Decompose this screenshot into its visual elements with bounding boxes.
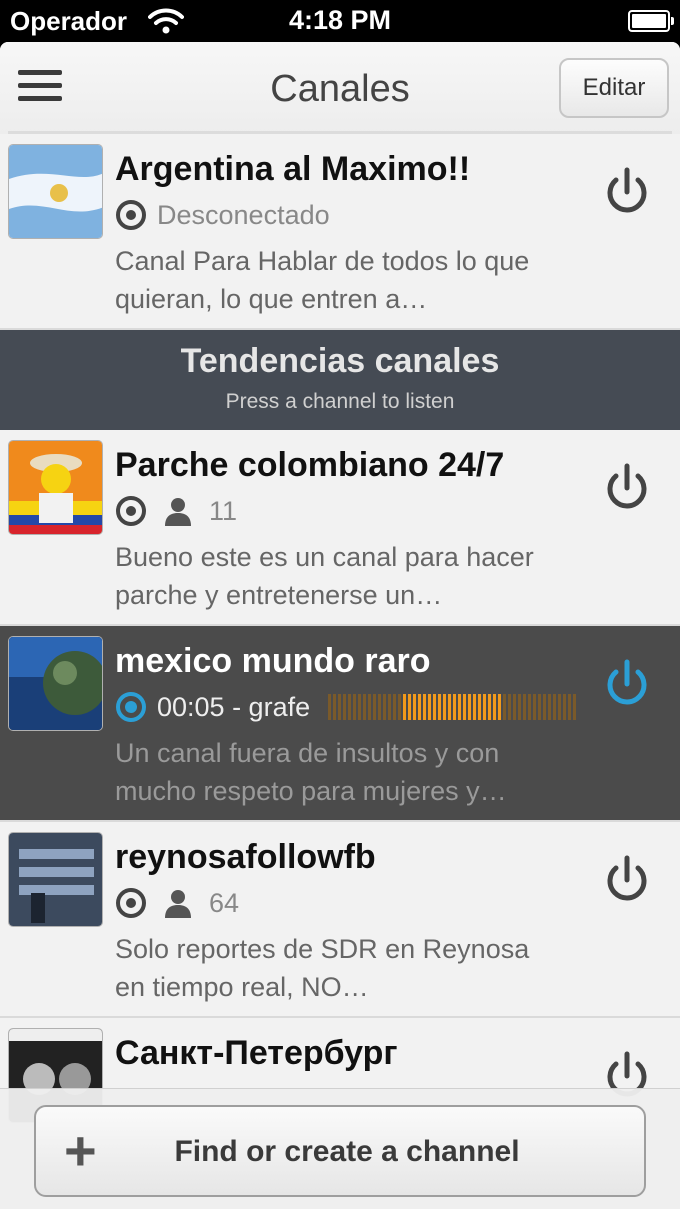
level-bar [343, 694, 347, 720]
level-bar [398, 694, 402, 720]
level-bar [363, 694, 367, 720]
level-bar [518, 694, 522, 720]
status-bar: Operador 4:18 PM [0, 0, 680, 42]
level-bar [533, 694, 537, 720]
level-bar [548, 694, 552, 720]
channel-meta: 64 [115, 886, 239, 920]
level-bar [408, 694, 412, 720]
channel-row-reynosafollowfb[interactable]: reynosafollowfb 64 Solo reportes de SDR … [0, 822, 680, 1018]
level-bar [368, 694, 372, 720]
bottom-bar: + Find or create a channel [0, 1088, 680, 1209]
level-bar [353, 694, 357, 720]
channel-meta: Desconectado [115, 198, 330, 232]
level-bar [348, 694, 352, 720]
listener-count: 11 [209, 495, 238, 526]
level-bar [338, 694, 342, 720]
radio-icon [116, 200, 146, 230]
power-icon[interactable] [602, 658, 652, 712]
channel-row-argentina[interactable]: Argentina al Maximo!! Desconectado Canal… [0, 134, 680, 330]
channel-title: Parche colombiano 24/7 [115, 446, 505, 484]
clock: 4:18 PM [288, 5, 392, 35]
find-or-create-channel-button[interactable]: + Find or create a channel [34, 1105, 646, 1197]
level-bar [493, 694, 497, 720]
channel-title: mexico mundo raro [115, 642, 431, 680]
level-bar [328, 694, 332, 720]
level-bar [433, 694, 437, 720]
level-bar [463, 694, 467, 720]
level-bar [563, 694, 567, 720]
level-bar [558, 694, 562, 720]
level-bar [528, 694, 532, 720]
playback-status: 00:05 - grafe [157, 691, 311, 722]
channel-thumbnail [8, 832, 103, 927]
radio-icon [116, 692, 146, 722]
level-bar [498, 694, 502, 720]
channel-description: Bueno este es un canal para hacer parche… [115, 542, 534, 610]
navigation-bar: Canales Editar [0, 42, 680, 134]
level-bar [358, 694, 362, 720]
channel-thumbnail [8, 636, 103, 731]
channel-list: Argentina al Maximo!! Desconectado Canal… [0, 134, 680, 1209]
level-bar [488, 694, 492, 720]
section-subtitle: Press a channel to listen [225, 390, 455, 413]
radio-icon [116, 496, 146, 526]
level-bar [383, 694, 387, 720]
level-bar [568, 694, 572, 720]
connection-status: Desconectado [157, 199, 330, 230]
level-bar [333, 694, 337, 720]
channel-thumbnail [8, 144, 103, 239]
channel-title: Argentina al Maximo!! [115, 150, 471, 188]
channel-row-parche-colombiano[interactable]: Parche colombiano 24/7 11 Bueno este es … [0, 430, 680, 626]
level-bar [428, 694, 432, 720]
level-bar [543, 694, 547, 720]
edit-button[interactable]: Editar [559, 58, 669, 118]
level-bar [393, 694, 397, 720]
level-bar [438, 694, 442, 720]
level-bar [523, 694, 527, 720]
level-bar [538, 694, 542, 720]
level-bar [508, 694, 512, 720]
level-bar [513, 694, 517, 720]
app-window: Canales Editar Argentina al Maximo!! Des… [0, 42, 680, 1209]
radio-icon [116, 888, 146, 918]
channel-meta: 00:05 - grafe [115, 690, 578, 724]
channel-thumbnail [8, 440, 103, 535]
channel-title: reynosafollowfb [115, 838, 376, 876]
level-bar [553, 694, 557, 720]
level-bar [373, 694, 377, 720]
level-bar [388, 694, 392, 720]
level-bar [403, 694, 407, 720]
section-title: Tendencias canales [180, 342, 500, 380]
find-button-label: Find or create a channel [174, 1135, 520, 1168]
level-bar [413, 694, 417, 720]
level-bar [418, 694, 422, 720]
level-bar [478, 694, 482, 720]
battery-icon [628, 10, 674, 32]
channel-description: Un canal fuera de insultos y con mucho r… [115, 738, 507, 806]
level-bar [473, 694, 477, 720]
section-header-trending: Tendencias canales Press a channel to li… [0, 330, 680, 430]
audio-level-meter [328, 693, 578, 721]
user-icon [165, 498, 191, 526]
user-icon [165, 890, 191, 918]
channel-row-mexico-mundo-raro[interactable]: mexico mundo raro 00:05 - grafe Un canal… [0, 626, 680, 822]
power-icon[interactable] [602, 854, 652, 908]
channel-description: Solo reportes de SDR en Reynosa en tiemp… [115, 934, 530, 1002]
level-bar [378, 694, 382, 720]
level-bar [573, 694, 577, 720]
level-bar [483, 694, 487, 720]
power-icon[interactable] [602, 462, 652, 516]
level-bar [443, 694, 447, 720]
level-bar [468, 694, 472, 720]
level-bar [503, 694, 507, 720]
level-bar [453, 694, 457, 720]
channel-title: Санкт-Петербург [115, 1034, 398, 1072]
level-bar [458, 694, 462, 720]
listener-count: 64 [209, 887, 240, 918]
level-bar [448, 694, 452, 720]
channel-meta: 11 [115, 494, 237, 528]
level-bar [423, 694, 427, 720]
power-icon[interactable] [602, 166, 652, 220]
channel-description: Canal Para Hablar de todos lo que quiera… [115, 246, 530, 314]
